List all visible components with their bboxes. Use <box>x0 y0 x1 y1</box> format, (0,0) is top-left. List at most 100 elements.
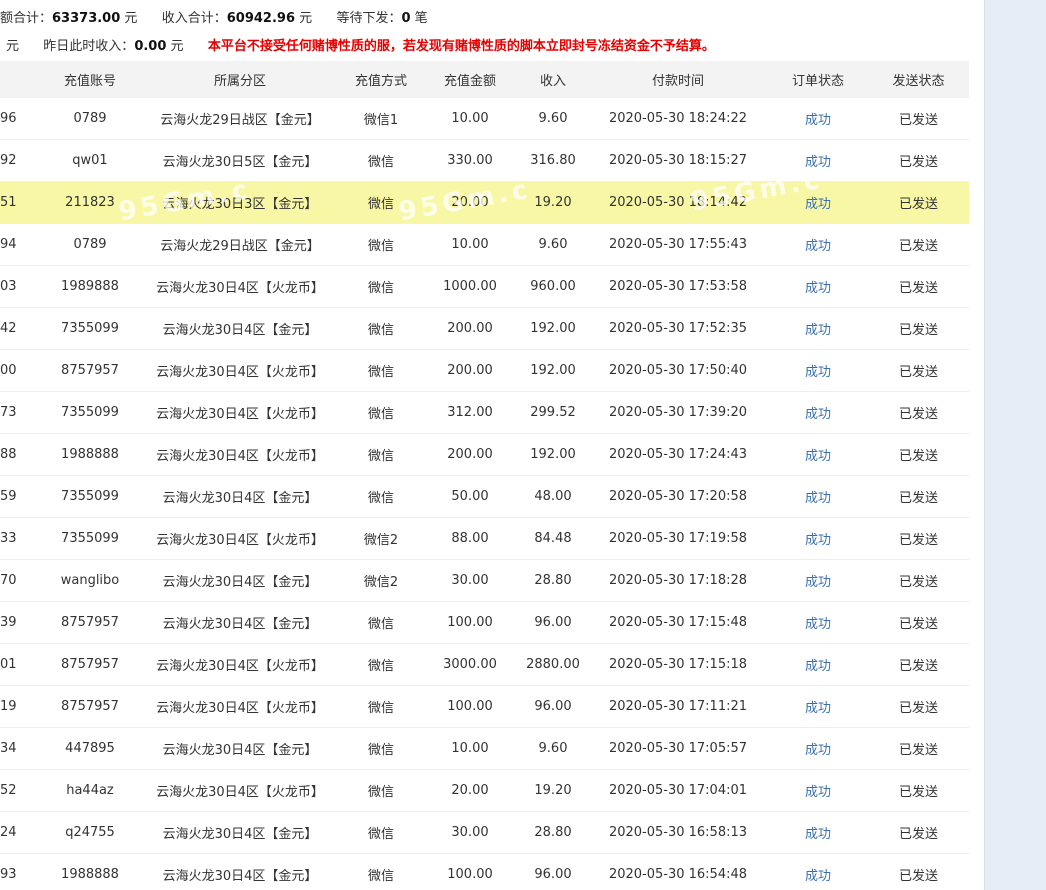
table-row[interactable]: 93 1988888 云海火龙30日4区【金元】 微信 100.00 96.00 2020-… <box>0 853 969 890</box>
col-header-pay-time[interactable]: 付款时间 <box>588 61 768 98</box>
cell-pay-time: 2020-05-30 17:50:40 <box>588 349 768 392</box>
cell-send-status: 已发送 <box>868 391 969 434</box>
cell-order-id: 34 <box>0 727 40 770</box>
order-status-link[interactable]: 成功 <box>768 181 868 224</box>
cell-order-id: 59 <box>0 475 40 518</box>
cell-zone: 云海火龙30日4区【金元】 <box>140 811 340 854</box>
table-row[interactable]: 33 7355099 云海火龙30日4区【火龙币】 微信2 88.00 84.48 2020… <box>0 517 969 560</box>
cell-account: 1989888 <box>40 265 140 308</box>
yesterday-unit: 元 <box>170 39 184 54</box>
cell-method: 微信 <box>340 307 422 350</box>
cell-income: 192.00 <box>518 433 588 476</box>
table-row[interactable]: 88 1988888 云海火龙30日4区【火龙币】 微信 200.00 192.00 202… <box>0 433 969 476</box>
cell-amount: 200.00 <box>422 433 518 476</box>
cell-zone: 云海火龙30日4区【火龙币】 <box>140 433 340 476</box>
cell-method: 微信 <box>340 643 422 686</box>
cell-send-status: 已发送 <box>868 223 969 266</box>
table-row[interactable]: 73 7355099 云海火龙30日4区【火龙币】 微信 312.00 299.52 202… <box>0 391 969 434</box>
table-row[interactable]: 94 0789 云海火龙29日战区【金元】 微信 10.00 9.60 2020-05-30… <box>0 223 969 266</box>
order-status-link[interactable]: 成功 <box>768 727 868 770</box>
cell-income: 48.00 <box>518 475 588 518</box>
cell-zone: 云海火龙30日4区【火龙币】 <box>140 265 340 308</box>
col-header-order-status[interactable]: 订单状态 <box>768 61 868 98</box>
cell-income: 9.60 <box>518 727 588 770</box>
total-label: 额合计： <box>0 11 53 26</box>
order-status-link[interactable]: 成功 <box>768 643 868 686</box>
cell-method: 微信 <box>340 685 422 728</box>
summary-yesterday: 元 昨日此时收入：0.00 元 本平台不接受任何赌博性质的服，若发现有赌博性质的… <box>0 36 715 58</box>
cell-pay-time: 2020-05-30 17:15:18 <box>588 643 768 686</box>
col-header-amount[interactable]: 充值金额 <box>422 61 518 98</box>
cell-pay-time: 2020-05-30 17:05:57 <box>588 727 768 770</box>
order-status-link[interactable]: 成功 <box>768 685 868 728</box>
order-status-link[interactable]: 成功 <box>768 601 868 644</box>
table-row[interactable]: 70 wanglibo 云海火龙30日4区【金元】 微信2 30.00 28.80 2020… <box>0 559 969 602</box>
cell-amount: 10.00 <box>422 223 518 266</box>
cell-account: 7355099 <box>40 517 140 560</box>
cell-pay-time: 2020-05-30 16:54:48 <box>588 853 768 890</box>
cell-account: 8757957 <box>40 685 140 728</box>
table-row[interactable]: 59 7355099 云海火龙30日4区【金元】 微信 50.00 48.00 2020-0… <box>0 475 969 518</box>
order-status-link[interactable]: 成功 <box>768 559 868 602</box>
col-header-account[interactable]: 充值账号 <box>40 61 140 98</box>
cell-pay-time: 2020-05-30 17:19:58 <box>588 517 768 560</box>
cell-send-status: 已发送 <box>868 727 969 770</box>
order-status-link[interactable]: 成功 <box>768 769 868 812</box>
table-row[interactable]: 19 8757957 云海火龙30日4区【火龙币】 微信 100.00 96.00 2020… <box>0 685 969 728</box>
order-status-link[interactable]: 成功 <box>768 853 868 890</box>
cell-income: 192.00 <box>518 349 588 392</box>
cell-pay-time: 2020-05-30 17:39:20 <box>588 391 768 434</box>
order-status-link[interactable]: 成功 <box>768 139 868 182</box>
cell-pay-time: 2020-05-30 18:14:42 <box>588 181 768 224</box>
cell-send-status: 已发送 <box>868 139 969 182</box>
table-row[interactable]: 39 8757957 云海火龙30日4区【金元】 微信 100.00 96.00 2020-… <box>0 601 969 644</box>
col-header-zone[interactable]: 所属分区 <box>140 61 340 98</box>
table-row[interactable]: 96 0789 云海火龙29日战区【金元】 微信1 10.00 9.60 2020-05-3… <box>0 98 969 140</box>
cell-order-id: 94 <box>0 223 40 266</box>
order-status-link[interactable]: 成功 <box>768 433 868 476</box>
table-row[interactable]: 34 447895 云海火龙30日4区【金元】 微信 10.00 9.60 2020-05-… <box>0 727 969 770</box>
cell-pay-time: 2020-05-30 17:11:21 <box>588 685 768 728</box>
cell-account: 211823 <box>40 181 140 224</box>
cell-zone: 云海火龙30日3区【金元】 <box>140 181 340 224</box>
cell-order-id: 19 <box>0 685 40 728</box>
order-status-link[interactable]: 成功 <box>768 223 868 266</box>
col-header-income[interactable]: 收入 <box>518 61 588 98</box>
cell-amount: 3000.00 <box>422 643 518 686</box>
order-status-link[interactable]: 成功 <box>768 307 868 350</box>
yesterday-label: 昨日此时收入： <box>43 39 135 54</box>
table-row[interactable]: 03 1989888 云海火龙30日4区【火龙币】 微信 1000.00 960.00 20… <box>0 265 969 308</box>
cell-zone: 云海火龙29日战区【金元】 <box>140 98 340 140</box>
income-unit: 元 <box>299 11 313 26</box>
table-row[interactable]: 51 211823 云海火龙30日3区【金元】 微信 20.00 19.20 2020-05… <box>0 181 969 224</box>
col-header-send-status[interactable]: 发送状态 <box>868 61 969 98</box>
cell-pay-time: 2020-05-30 17:20:58 <box>588 475 768 518</box>
cell-account: 0789 <box>40 98 140 140</box>
cell-zone: 云海火龙30日4区【金元】 <box>140 727 340 770</box>
col-header-method[interactable]: 充值方式 <box>340 61 422 98</box>
table-row[interactable]: 52 ha44az 云海火龙30日4区【火龙币】 微信 20.00 19.20 2020-0… <box>0 769 969 812</box>
table-row[interactable]: 01 8757957 云海火龙30日4区【火龙币】 微信 3000.00 2880.00 2… <box>0 643 969 686</box>
order-status-link[interactable]: 成功 <box>768 475 868 518</box>
cell-zone: 云海火龙30日5区【金元】 <box>140 139 340 182</box>
table-row[interactable]: 42 7355099 云海火龙30日4区【金元】 微信 200.00 192.00 2020… <box>0 307 969 350</box>
table-row[interactable]: 24 q24755 云海火龙30日4区【金元】 微信 30.00 28.80 2020-05… <box>0 811 969 854</box>
order-status-link[interactable]: 成功 <box>768 349 868 392</box>
order-status-link[interactable]: 成功 <box>768 265 868 308</box>
order-status-link[interactable]: 成功 <box>768 391 868 434</box>
cell-order-id: 42 <box>0 307 40 350</box>
cell-method: 微信2 <box>340 517 422 560</box>
cell-order-id: 03 <box>0 265 40 308</box>
cell-account: wanglibo <box>40 559 140 602</box>
pending-value: 0 <box>401 11 411 26</box>
cell-send-status: 已发送 <box>868 769 969 812</box>
table-row[interactable]: 92 qw01 云海火龙30日5区【金元】 微信 330.00 316.80 2020-05… <box>0 139 969 182</box>
col-header-id[interactable] <box>0 61 40 98</box>
table-row[interactable]: 00 8757957 云海火龙30日4区【火龙币】 微信 200.00 192.00 202… <box>0 349 969 392</box>
order-status-link[interactable]: 成功 <box>768 98 868 140</box>
order-status-link[interactable]: 成功 <box>768 811 868 854</box>
cell-income: 9.60 <box>518 223 588 266</box>
order-status-link[interactable]: 成功 <box>768 517 868 560</box>
cell-income: 84.48 <box>518 517 588 560</box>
cell-account: qw01 <box>40 139 140 182</box>
